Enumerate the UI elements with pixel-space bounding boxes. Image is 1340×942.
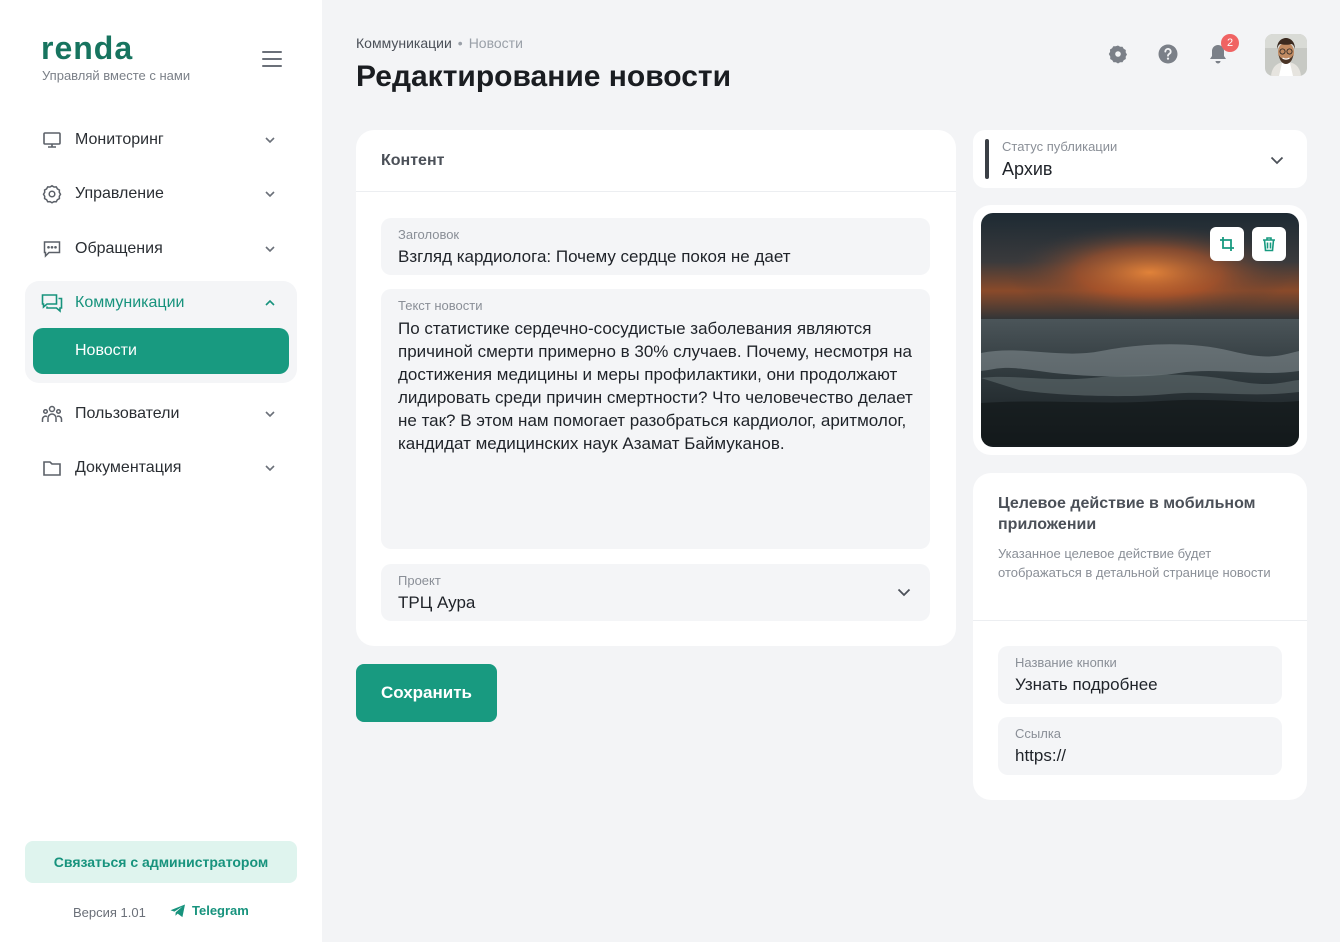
settings-icon[interactable] xyxy=(1107,43,1129,65)
mobile-action-description: Указанное целевое действие будет отображ… xyxy=(998,546,1271,580)
chevron-down-icon xyxy=(262,186,278,202)
image-card xyxy=(973,205,1307,455)
sidebar-item-management[interactable]: Управление xyxy=(30,172,290,216)
help-icon[interactable] xyxy=(1157,43,1179,65)
button-name-field[interactable]: Название кнопки Узнать подробнее xyxy=(998,646,1282,704)
folder-icon xyxy=(40,456,64,480)
contact-admin-button[interactable]: Связаться с администратором xyxy=(25,841,297,883)
breadcrumb-current: Новости xyxy=(468,35,523,51)
project-select[interactable]: Проект ТРЦ Аура xyxy=(381,564,930,621)
page-title: Редактирование новости xyxy=(356,60,732,93)
sidebar-item-label: Пользователи xyxy=(75,405,180,422)
tagline: Управляй вместе с нами xyxy=(42,68,191,83)
trash-icon xyxy=(1263,237,1275,252)
contact-admin-label: Связаться с администратором xyxy=(53,854,269,870)
sidebar-item-requests[interactable]: Обращения xyxy=(30,227,290,271)
chevron-down-icon xyxy=(262,460,278,476)
users-icon xyxy=(40,402,64,426)
sidebar-item-monitoring[interactable]: Мониторинг xyxy=(30,118,290,162)
save-button-label: Сохранить xyxy=(380,683,473,702)
headline-label: Заголовок xyxy=(398,227,460,242)
sidebar-item-label: Коммуникации xyxy=(75,294,185,311)
sidebar-item-label: Документация xyxy=(75,459,182,476)
body-label: Текст новости xyxy=(398,298,483,313)
avatar[interactable] xyxy=(1265,34,1307,76)
telegram-link[interactable]: Telegram xyxy=(170,903,249,918)
button-name-label: Название кнопки xyxy=(1015,655,1117,670)
version-text: Версия 1.01 xyxy=(73,905,146,920)
divider xyxy=(973,620,1307,621)
status-value: Архив xyxy=(1002,159,1053,179)
sidebar-subitem-news[interactable]: Новости xyxy=(33,328,289,374)
chevron-down-icon xyxy=(1269,152,1285,173)
sidebar-subitem-label: Новости xyxy=(75,342,137,359)
chevron-down-icon xyxy=(262,406,278,422)
link-field[interactable]: Ссылка https:// xyxy=(998,717,1282,775)
chevron-up-icon xyxy=(262,295,278,311)
sidebar-item-communications[interactable]: Коммуникации xyxy=(30,281,290,325)
gear-icon xyxy=(40,182,64,206)
sidebar-item-label: Обращения xyxy=(75,240,163,257)
sidebar-item-documentation[interactable]: Документация xyxy=(30,446,290,490)
telegram-icon xyxy=(170,904,185,917)
chevron-down-icon xyxy=(262,241,278,257)
menu-toggle-icon[interactable] xyxy=(262,51,282,67)
mobile-action-title: Целевое действие в мобильном приложении xyxy=(998,495,1256,533)
body-textarea[interactable] xyxy=(398,317,928,517)
chevron-down-icon xyxy=(262,132,278,148)
body-field[interactable]: Текст новости xyxy=(381,289,930,549)
link-input[interactable]: https:// xyxy=(1015,746,1066,766)
status-label: Статус публикации xyxy=(1002,139,1118,154)
save-button[interactable]: Сохранить xyxy=(356,664,497,722)
chat-icon xyxy=(40,237,64,261)
breadcrumb: Коммуникации • Новости xyxy=(356,35,523,51)
sidebar-item-users[interactable]: Пользователи xyxy=(30,392,290,436)
delete-image-button[interactable] xyxy=(1252,227,1286,261)
status-indicator xyxy=(985,139,989,179)
publication-status-select[interactable]: Статус публикации Архив xyxy=(973,130,1307,188)
project-label: Проект xyxy=(398,573,441,588)
link-label: Ссылка xyxy=(1015,726,1062,741)
sidebar-item-label: Управление xyxy=(75,185,164,202)
breadcrumb-separator: • xyxy=(457,35,463,51)
headline-input[interactable]: Взгляд кардиолога: Почему сердце покоя н… xyxy=(398,247,791,267)
logo[interactable]: renda xyxy=(41,30,133,67)
telegram-label: Telegram xyxy=(192,903,249,918)
headline-field[interactable]: Заголовок Взгляд кардиолога: Почему серд… xyxy=(381,218,930,275)
button-name-input[interactable]: Узнать подробнее xyxy=(1015,675,1158,695)
content-card: Контент Заголовок Взгляд кардиолога: Поч… xyxy=(356,130,956,646)
mobile-action-card: Целевое действие в мобильном приложении … xyxy=(973,473,1307,800)
breadcrumb-link[interactable]: Коммуникации xyxy=(356,35,452,51)
content-card-header: Контент xyxy=(356,130,956,192)
chevron-down-icon xyxy=(896,584,912,605)
sidebar-item-label: Мониторинг xyxy=(75,131,164,148)
messages-icon xyxy=(40,291,64,315)
crop-button[interactable] xyxy=(1210,227,1244,261)
notification-badge: 2 xyxy=(1221,34,1239,52)
crop-icon xyxy=(1220,237,1234,251)
monitor-icon xyxy=(40,128,64,152)
content-section-title: Контент xyxy=(381,151,445,169)
sidebar: renda Управляй вместе с нами Мониторинг … xyxy=(0,0,322,942)
project-value: ТРЦ Аура xyxy=(398,593,476,612)
